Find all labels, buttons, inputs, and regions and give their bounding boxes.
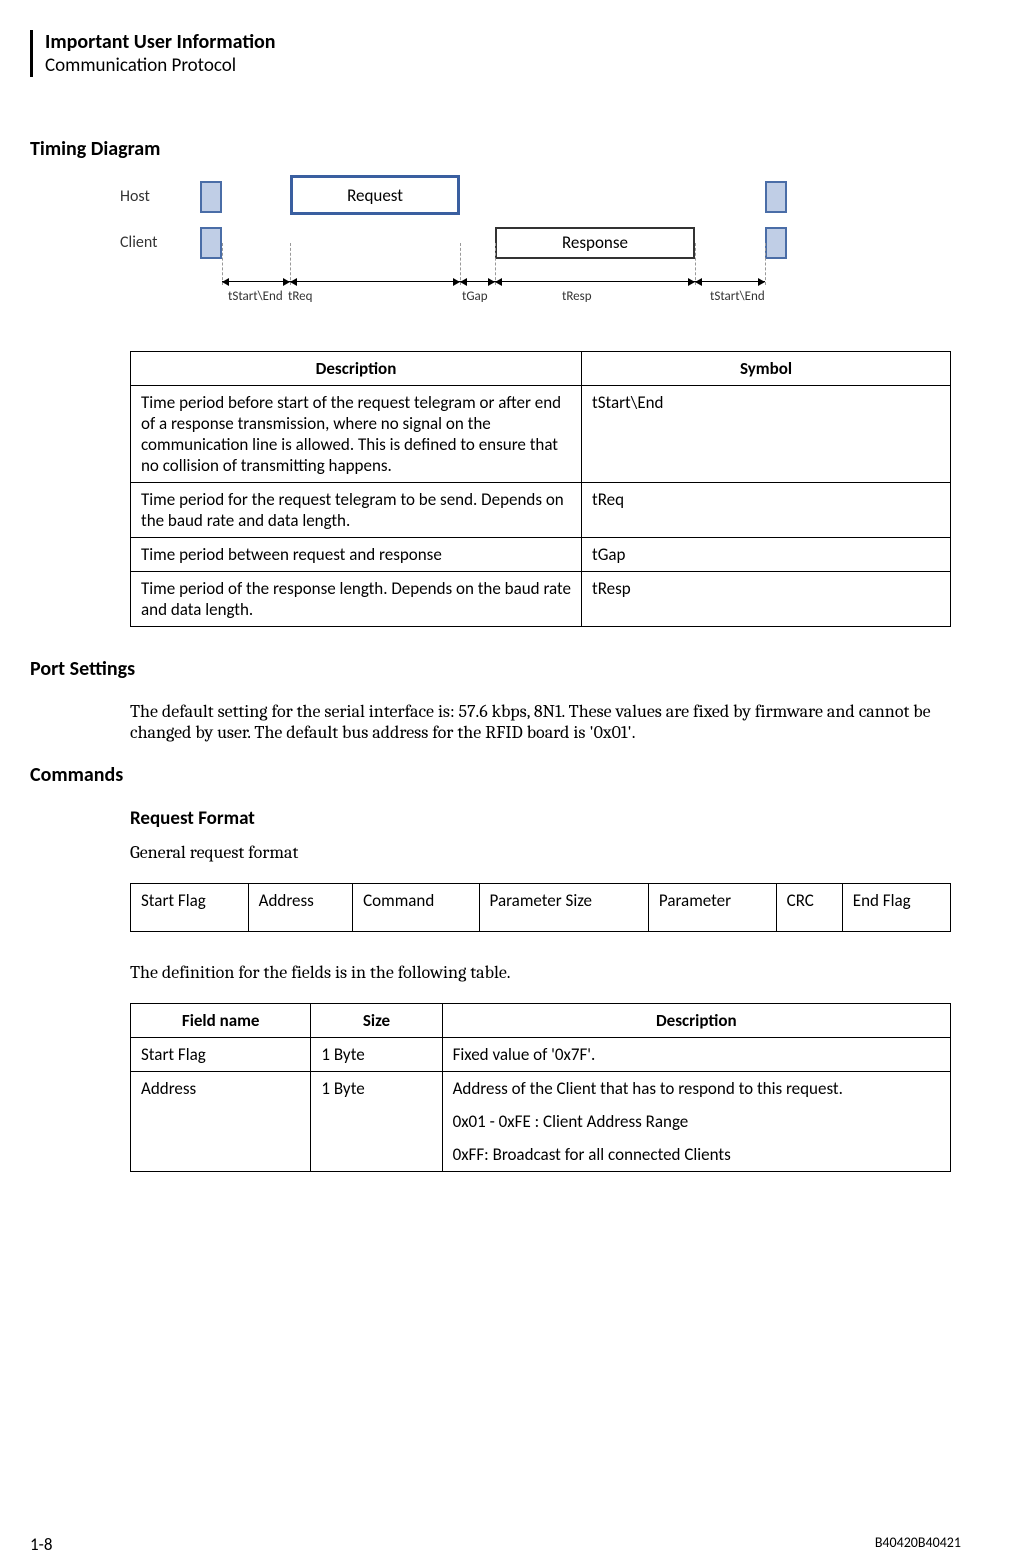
cell-desc-line: Address of the Client that has to respon… <box>453 1078 940 1099</box>
port-settings-text: The default setting for the serial inter… <box>130 701 951 743</box>
table-row: Start Flag 1 Byte Fixed value of '0x7F'. <box>131 1038 951 1072</box>
cell: Address <box>248 884 352 932</box>
cell-sym: tStart\End <box>582 386 951 483</box>
cell-desc: Time period between request and response <box>131 538 582 572</box>
cell-size: 1 Byte <box>311 1072 442 1172</box>
timing-diagram: Host Client Request Response tStart\End … <box>130 181 951 321</box>
th-symbol: Symbol <box>582 352 951 386</box>
cell: Parameter <box>648 884 776 932</box>
request-format-sub: General request format <box>130 842 951 863</box>
th-description: Description <box>131 352 582 386</box>
diagram-host-start-box <box>200 181 222 213</box>
table-row: Time period before start of the request … <box>131 386 951 483</box>
cell-desc: Fixed value of '0x7F'. <box>442 1038 950 1072</box>
section-title-timing: Timing Diagram <box>30 137 961 161</box>
th-size: Size <box>311 1004 442 1038</box>
tick-treq: tReq <box>288 289 312 304</box>
cell-desc-line: Fixed value of '0x7F'. <box>453 1044 940 1065</box>
diagram-response-box: Response <box>495 227 695 259</box>
cell-desc: Time period for the request telegram to … <box>131 483 582 538</box>
diagram-client-end-box <box>765 227 787 259</box>
tick-tgap: tGap <box>462 289 488 304</box>
cell-name: Start Flag <box>131 1038 311 1072</box>
table-row: Time period between request and response… <box>131 538 951 572</box>
cell-name: Address <box>131 1072 311 1172</box>
cell: CRC <box>776 884 842 932</box>
cell-sym: tResp <box>582 572 951 627</box>
tick-tresp: tResp <box>562 289 592 304</box>
tick-tstartend-left: tStart\End <box>228 289 283 304</box>
field-intro: The definition for the fields is in the … <box>130 962 951 983</box>
cell-desc-line: 0x01 - 0xFE : Client Address Range <box>453 1111 940 1132</box>
footer-page: 1-8 <box>30 1534 52 1555</box>
diagram-request-box: Request <box>290 175 460 215</box>
cell: Parameter Size <box>479 884 648 932</box>
table-header-row: Field name Size Description <box>131 1004 951 1038</box>
diagram-client-label: Client <box>120 233 157 252</box>
cell-size: 1 Byte <box>311 1038 442 1072</box>
table-row: Start Flag Address Command Parameter Siz… <box>131 884 951 932</box>
arrow-treq <box>290 281 460 282</box>
table-header-row: Description Symbol <box>131 352 951 386</box>
table-row: Address 1 Byte Address of the Client tha… <box>131 1072 951 1172</box>
diagram-host-end-box <box>765 181 787 213</box>
cell: Command <box>353 884 479 932</box>
tick-tstartend-right: tStart\End <box>710 289 765 304</box>
arrow-tstartend-left <box>222 281 290 282</box>
th-desc: Description <box>442 1004 950 1038</box>
arrow-tresp <box>495 281 695 282</box>
diagram-client-start-box <box>200 227 222 259</box>
table-row: Time period of the response length. Depe… <box>131 572 951 627</box>
page-header: Important User Information Communication… <box>30 30 961 77</box>
field-table: Field name Size Description Start Flag 1… <box>130 1003 951 1172</box>
commands-block: Request Format General request format St… <box>130 807 951 1172</box>
request-format-title: Request Format <box>130 807 951 830</box>
section-title-commands: Commands <box>30 763 961 787</box>
header-title: Important User Information <box>45 30 961 54</box>
cell: End Flag <box>842 884 950 932</box>
cell-sym: tReq <box>582 483 951 538</box>
page-footer: 1-8 B40420B40421 <box>30 1534 961 1555</box>
timing-diagram-container: Host Client Request Response tStart\End … <box>130 181 951 627</box>
cell-desc: Time period of the response length. Depe… <box>131 572 582 627</box>
arrow-tstartend-right <box>695 281 765 282</box>
table-row: Time period for the request telegram to … <box>131 483 951 538</box>
cell-sym: tGap <box>582 538 951 572</box>
cell-desc: Address of the Client that has to respon… <box>442 1072 950 1172</box>
section-title-port: Port Settings <box>30 657 961 681</box>
cell: Start Flag <box>131 884 249 932</box>
arrow-tgap <box>460 281 495 282</box>
th-fieldname: Field name <box>131 1004 311 1038</box>
header-subtitle: Communication Protocol <box>45 54 961 77</box>
timing-table: Description Symbol Time period before st… <box>130 351 951 627</box>
request-format-table: Start Flag Address Command Parameter Siz… <box>130 883 951 932</box>
cell-desc: Time period before start of the request … <box>131 386 582 483</box>
diagram-host-label: Host <box>120 187 150 206</box>
footer-doc-id: B40420B40421 <box>875 1534 961 1555</box>
cell-desc-line: 0xFF: Broadcast for all connected Client… <box>453 1144 940 1165</box>
